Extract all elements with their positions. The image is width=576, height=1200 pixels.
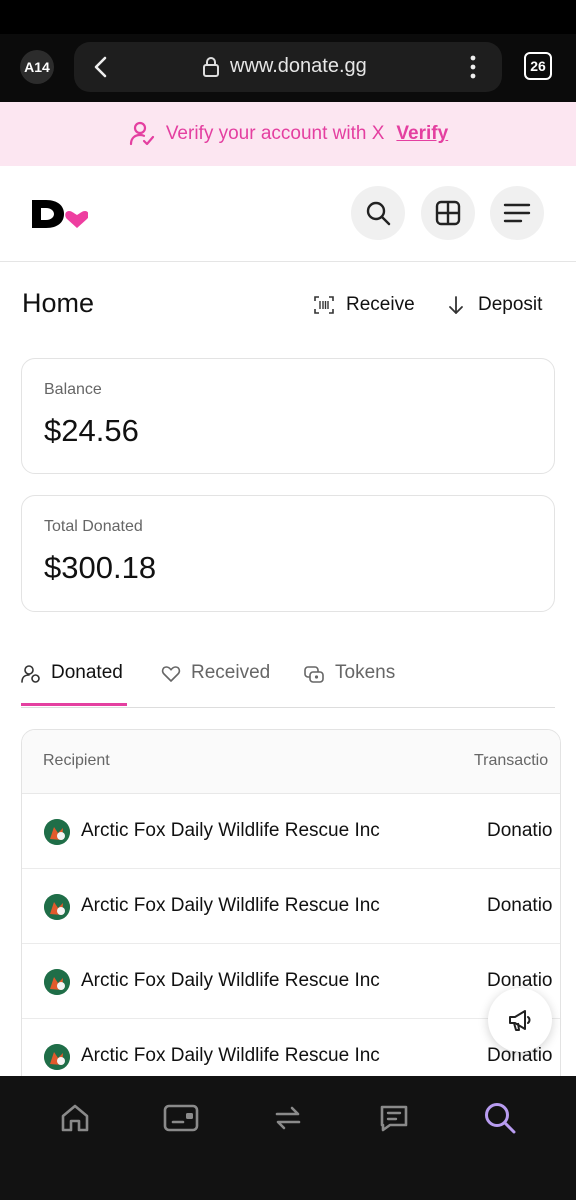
recipient-name[interactable]: Arctic Fox Daily Wildlife Rescue Inc (81, 895, 380, 917)
nav-messages[interactable] (372, 1096, 416, 1140)
nav-search[interactable] (478, 1096, 522, 1140)
lock-icon (203, 57, 219, 77)
receive-label: Receive (346, 294, 415, 315)
tab-received[interactable]: Received (161, 662, 270, 706)
heart-icon (161, 666, 181, 682)
balance-value: $24.56 (44, 413, 139, 448)
recipient-avatar (44, 969, 70, 995)
table-row[interactable]: Arctic Fox Daily Wildlife Rescue Inc Don… (22, 794, 560, 869)
nav-swap[interactable] (266, 1096, 310, 1140)
table-row[interactable]: Arctic Fox Daily Wildlife Rescue Inc Don… (22, 1019, 560, 1076)
profile-badge[interactable]: A14 (20, 50, 54, 84)
nav-wallet[interactable] (159, 1096, 203, 1140)
announcement-button[interactable] (488, 988, 552, 1052)
user-check-icon (129, 121, 154, 146)
recipient-name[interactable]: Arctic Fox Daily Wildlife Rescue Inc (81, 820, 380, 842)
balance-label: Balance (44, 381, 102, 398)
table-row[interactable]: Arctic Fox Daily Wildlife Rescue Inc Don… (22, 869, 560, 944)
verify-link[interactable]: Verify (396, 123, 448, 145)
main-content: Home Receive Deposit Balance $24.56 Tota… (0, 262, 576, 1076)
recipient-avatar (44, 1044, 70, 1070)
messages-icon (380, 1105, 408, 1132)
arrow-down-icon (449, 296, 463, 314)
recipient-avatar (44, 894, 70, 920)
receive-button[interactable]: Receive (314, 294, 415, 316)
verify-text: Verify your account with X (165, 123, 385, 144)
column-transaction[interactable]: Transactio (474, 752, 548, 770)
fox-logo-icon (44, 1044, 70, 1070)
header-grid-button[interactable] (421, 186, 475, 240)
table-header: Recipient Transactio (22, 730, 560, 794)
home-icon (61, 1104, 89, 1132)
header-search-button[interactable] (351, 186, 405, 240)
search-icon (366, 201, 391, 226)
fox-logo-icon (44, 969, 70, 995)
balance-card: Balance $24.56 (21, 358, 555, 474)
total-donated-value: $300.18 (44, 550, 157, 585)
tab-tokens[interactable]: Tokens (303, 662, 395, 706)
browser-toolbar: A14 www.donate.gg 26 (0, 34, 576, 102)
url-text: www.donate.gg (230, 55, 367, 77)
more-options-icon[interactable] (468, 54, 478, 80)
address-bar[interactable]: www.donate.gg (74, 42, 502, 92)
menu-icon (503, 203, 531, 223)
tokens-icon (304, 666, 324, 683)
tab-donated[interactable]: Donated (21, 662, 127, 706)
table-row[interactable]: Arctic Fox Daily Wildlife Rescue Inc Don… (22, 944, 560, 1019)
column-recipient[interactable]: Recipient (43, 752, 110, 770)
tab-tokens-label: Tokens (335, 662, 396, 683)
site-header (0, 166, 576, 262)
recipient-name[interactable]: Arctic Fox Daily Wildlife Rescue Inc (81, 970, 380, 992)
grid-icon (435, 200, 461, 226)
search-icon (485, 1103, 516, 1134)
donations-table: Recipient Transactio Arctic Fox Daily Wi… (21, 729, 561, 1076)
total-donated-card: Total Donated $300.18 (21, 495, 555, 612)
transaction-type: Donatio (487, 820, 553, 841)
bottom-navigation (0, 1076, 576, 1200)
tab-received-label: Received (191, 662, 271, 683)
total-donated-label: Total Donated (44, 518, 143, 535)
header-menu-button[interactable] (490, 186, 544, 240)
donate-logo[interactable] (32, 198, 88, 230)
activity-tabs: Donated Received Tokens (21, 650, 555, 708)
swap-icon (275, 1106, 301, 1130)
fox-logo-icon (44, 819, 70, 845)
back-arrow-icon[interactable] (90, 54, 112, 80)
tab-donated-label: Donated (51, 662, 123, 683)
barcode-scan-icon (314, 296, 334, 314)
deposit-label: Deposit (478, 294, 543, 315)
deposit-button[interactable]: Deposit (446, 294, 542, 316)
status-bar (0, 0, 576, 34)
verify-banner: Verify your account with X Verify (0, 102, 576, 166)
tab-count-button[interactable]: 26 (524, 52, 552, 80)
wallet-icon (163, 1104, 199, 1132)
nav-home[interactable] (53, 1096, 97, 1140)
page-title: Home (22, 288, 95, 318)
recipient-name[interactable]: Arctic Fox Daily Wildlife Rescue Inc (81, 1045, 380, 1067)
transaction-type: Donatio (487, 895, 553, 916)
recipient-avatar (44, 819, 70, 845)
megaphone-icon (509, 1010, 531, 1031)
users-icon (21, 665, 40, 683)
fox-logo-icon (44, 894, 70, 920)
